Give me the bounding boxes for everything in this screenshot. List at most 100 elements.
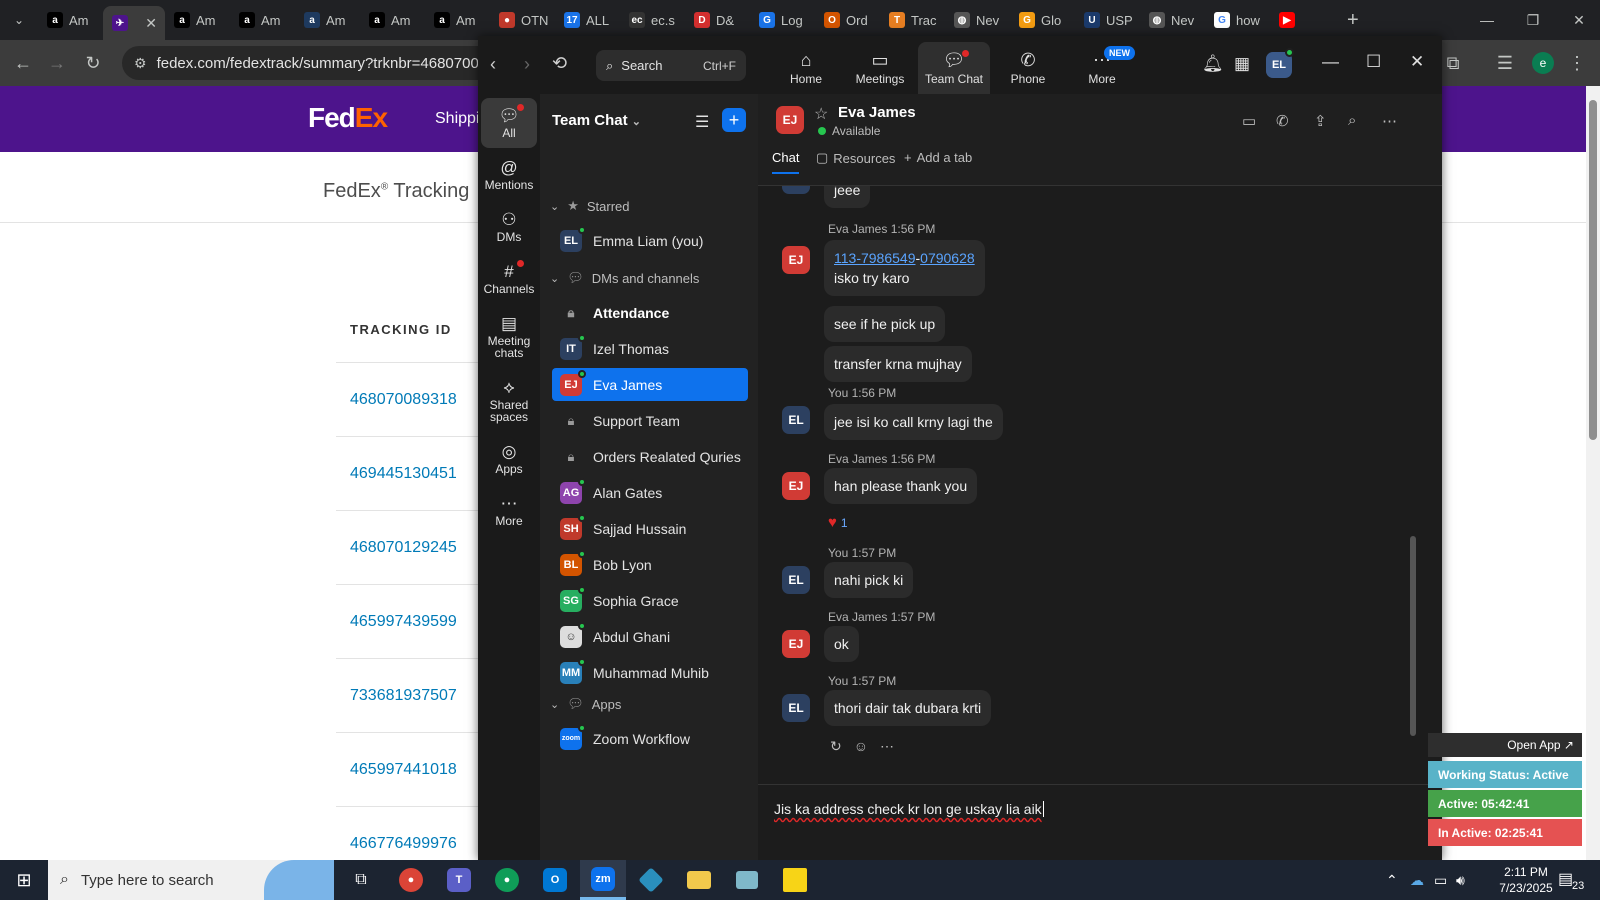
browser-tab[interactable]: a Am	[230, 5, 295, 35]
browser-tab[interactable]: 17 ALL	[555, 5, 620, 35]
message-bubble[interactable]: jeee	[824, 186, 871, 208]
top-tab-phone[interactable]: ✆ Phone	[992, 42, 1064, 94]
video-call-icon[interactable]: ▭	[1242, 112, 1256, 130]
chat-list-item[interactable]: SH Sajjad Hussain	[552, 512, 748, 545]
share-screen-icon[interactable]: ⇪	[1314, 112, 1327, 130]
message-bubble[interactable]: ok	[824, 626, 859, 662]
chat-list-item[interactable]: zoom Zoom Workflow	[552, 722, 748, 755]
browser-tab[interactable]: G Glo	[1010, 5, 1075, 35]
chat-list-item[interactable]: EJ Eva James	[552, 368, 748, 401]
reload-icon[interactable]: ↻	[78, 48, 108, 78]
rail-meeting-chats[interactable]: ▤ Meeting chats	[481, 306, 537, 368]
browser-tab[interactable]: a Am	[38, 5, 103, 35]
open-app-button[interactable]: Open App ↗	[1428, 733, 1582, 757]
chat-more-icon[interactable]: ⋯	[1382, 112, 1397, 130]
browser-tab[interactable]: O Ord	[815, 5, 880, 35]
chat-list-item[interactable]: AG Alan Gates	[552, 476, 748, 509]
chat-list-title[interactable]: Team Chat ⌄	[552, 112, 641, 129]
browser-tab[interactable]: ● OTN	[490, 5, 555, 35]
top-tab-team-chat[interactable]: 💬︎ Team Chat	[918, 42, 990, 94]
message-bubble[interactable]: transfer krna mujhay	[824, 346, 972, 382]
browser-close-icon[interactable]: ✕	[1556, 0, 1600, 40]
tracking-id-link[interactable]: 733681937507	[350, 687, 457, 705]
app-taskbar-icon[interactable]	[628, 860, 674, 900]
chat-list-item[interactable]: SG Sophia Grace	[552, 584, 748, 617]
tab-groups-icon[interactable]: ☰	[1490, 48, 1520, 78]
section-header[interactable]: ⌄ 💬︎ DMs and channels	[550, 270, 699, 286]
rail-mentions[interactable]: @ Mentions	[481, 150, 537, 200]
composer-input[interactable]: Jis ka address check kr lon ge uskay lia…	[774, 801, 1044, 817]
top-tab-meetings[interactable]: ▭ Meetings	[844, 42, 916, 94]
message-avatar[interactable]: EL	[782, 186, 810, 194]
section-header[interactable]: ⌄ ★ Starred	[550, 198, 630, 214]
teams-taskbar-icon[interactable]: T	[436, 860, 482, 900]
top-tab-home[interactable]: ⌂ Home	[770, 42, 842, 94]
taskbar-clock[interactable]: 2:11 PM 7/23/2025	[1486, 864, 1566, 896]
bell-icon[interactable]: 🔔︎	[1202, 54, 1224, 74]
chrome-profile-taskbar-icon[interactable]: ●	[484, 860, 530, 900]
phone-call-icon[interactable]: ✆	[1276, 112, 1289, 130]
rail-shared-spaces[interactable]: ⟡ Shared spaces	[481, 370, 537, 432]
contact-name[interactable]: Eva James	[838, 104, 916, 121]
message-avatar[interactable]: EL	[782, 694, 810, 722]
message-sender[interactable]: You	[828, 386, 848, 400]
message-avatar[interactable]: EJ	[782, 472, 810, 500]
page-scrollbar[interactable]	[1586, 86, 1600, 860]
star-icon[interactable]: ☆	[814, 104, 828, 124]
network-icon[interactable]: ▭	[1434, 872, 1447, 889]
message-scrollbar[interactable]	[1410, 186, 1418, 766]
browser-tab[interactable]: Ghow	[1205, 5, 1270, 35]
browser-tab[interactable]: ◍ Nev	[1140, 5, 1205, 35]
chat-tab-add-a-tab[interactable]: + Add a tab	[904, 150, 972, 165]
outlook-taskbar-icon[interactable]: O	[532, 860, 578, 900]
zoom-back-icon[interactable]: ‹	[490, 54, 496, 75]
show-hidden-icons-icon[interactable]: ⌃	[1386, 872, 1398, 889]
chat-list-item[interactable]: EL Emma Liam (you)	[552, 224, 748, 257]
file-explorer-taskbar-icon[interactable]	[676, 860, 722, 900]
rail-channels[interactable]: # Channels	[481, 254, 537, 304]
chat-list-item[interactable]: BL Bob Lyon	[552, 548, 748, 581]
site-info-icon[interactable]: ⚙	[134, 55, 147, 72]
browser-tab[interactable]: a Am	[360, 5, 425, 35]
rail-all[interactable]: 💬︎ All	[481, 98, 537, 148]
browser-tab[interactable]: D D&	[685, 5, 750, 35]
browser-tab[interactable]: U USP	[1075, 5, 1140, 35]
browser-tab[interactable]: G Log	[750, 5, 815, 35]
message-avatar[interactable]: EL	[782, 566, 810, 594]
chrome-taskbar-icon[interactable]: ●	[388, 860, 434, 900]
zoom-taskbar-icon[interactable]: zm	[580, 860, 626, 900]
heart-reaction[interactable]: ♥ 1	[828, 514, 848, 531]
tab-search-chevron-icon[interactable]: ⌄	[0, 0, 38, 40]
notification-icon[interactable]: ▤	[1558, 869, 1573, 889]
message-bubble[interactable]: 113-7986549-0790628 isko try karo	[824, 240, 985, 296]
message-sender[interactable]: Eva James	[828, 452, 887, 466]
top-tab-more[interactable]: ⋯ More NEW	[1066, 42, 1138, 94]
browser-tab[interactable]: ▶	[1270, 5, 1335, 35]
zoom-minimize-icon[interactable]: —	[1322, 52, 1339, 72]
chat-list-item[interactable]: IT Izel Thomas	[552, 332, 748, 365]
browser-tab[interactable]: a Am	[295, 5, 360, 35]
zoom-maximize-icon[interactable]: ☐	[1366, 52, 1381, 72]
contact-avatar[interactable]: EJ	[776, 106, 804, 134]
new-tab-plus-icon[interactable]: +	[1347, 9, 1359, 32]
profile-icon[interactable]: e	[1528, 48, 1558, 78]
back-arrow-icon[interactable]: ←	[8, 48, 38, 78]
browser-tab[interactable]: ◍ Nev	[945, 5, 1010, 35]
chat-search-icon[interactable]: ⌕	[1348, 112, 1356, 129]
zoom-forward-icon[interactable]: ›	[524, 54, 530, 75]
order-number-link[interactable]: 113-7986549	[834, 250, 915, 266]
message-sender[interactable]: You	[828, 674, 848, 688]
chat-list-item[interactable]: 🔒︎ Attendance	[552, 296, 748, 329]
rail-more[interactable]: ⋯ More	[481, 486, 537, 536]
taskbar-search[interactable]: ⌕ Type here to search	[48, 860, 334, 900]
message-composer[interactable]: Jis ka address check kr lon ge uskay lia…	[758, 784, 1442, 860]
message-avatar[interactable]: EJ	[782, 630, 810, 658]
forward-arrow-icon[interactable]: →	[42, 48, 72, 78]
chat-list-item[interactable]: ☺ Abdul Ghani	[552, 620, 748, 653]
rail-apps[interactable]: ◎ Apps	[481, 434, 537, 484]
chat-tab-chat[interactable]: Chat	[772, 150, 800, 174]
more-icon[interactable]: ⋯	[880, 738, 894, 755]
message-bubble[interactable]: nahi pick ki	[824, 562, 914, 598]
volume-icon[interactable]: 🔊︎	[1456, 872, 1465, 889]
chat-list-item[interactable]: 🔒︎ Orders Realated Quries	[552, 440, 748, 473]
